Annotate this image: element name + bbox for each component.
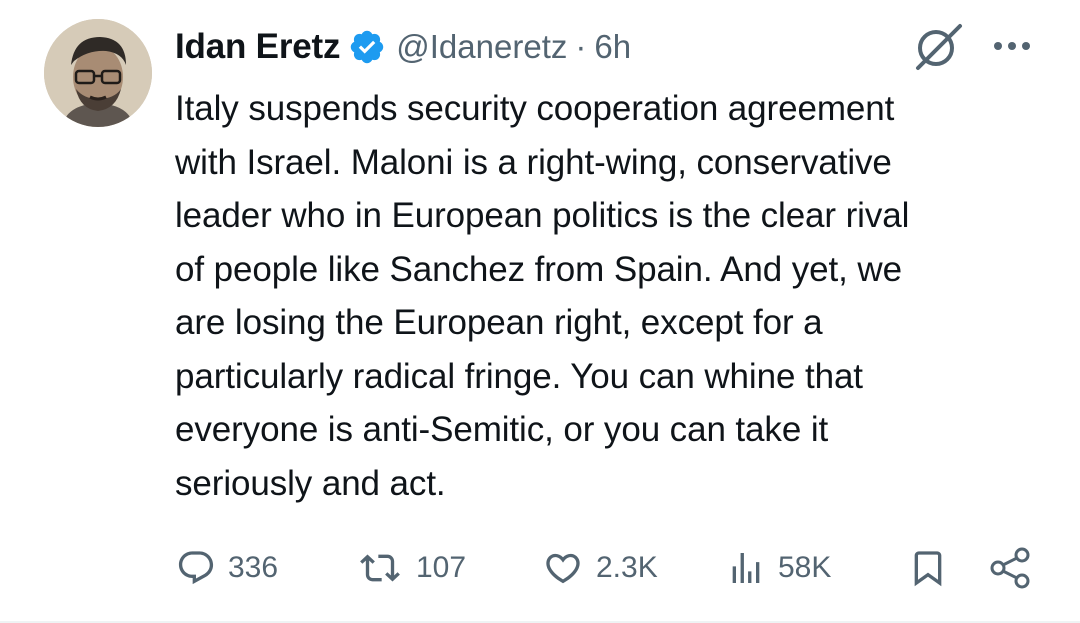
tweet-card[interactable]: Idan Eretz @Idaneretz · 6h Italy suspend… bbox=[0, 0, 1080, 623]
like-count: 2.3K bbox=[596, 551, 658, 584]
tweet-actions: 336 107 2.3K 58K bbox=[0, 538, 1080, 598]
views-icon bbox=[732, 553, 760, 583]
avatar[interactable] bbox=[44, 19, 152, 127]
heart-icon bbox=[546, 553, 580, 584]
tweet-header: Idan Eretz @Idaneretz · 6h bbox=[175, 22, 631, 72]
verified-badge-icon bbox=[351, 30, 384, 64]
tweet-text: Italy suspends security cooperation agre… bbox=[175, 89, 910, 503]
grok-icon[interactable] bbox=[910, 22, 966, 72]
more-icon[interactable] bbox=[988, 30, 1036, 62]
author-name[interactable]: Idan Eretz bbox=[175, 27, 340, 67]
avatar-image bbox=[44, 19, 152, 127]
separator-dot: · bbox=[575, 28, 587, 65]
author-handle[interactable]: @Idaneretz bbox=[396, 28, 567, 66]
share-button[interactable] bbox=[988, 538, 1032, 598]
reply-button[interactable]: 336 bbox=[176, 538, 278, 598]
views-button[interactable]: 58K bbox=[726, 538, 831, 598]
reply-icon bbox=[178, 551, 214, 585]
share-icon bbox=[990, 547, 1030, 589]
reply-count: 336 bbox=[228, 551, 279, 584]
like-button[interactable]: 2.3K bbox=[542, 538, 658, 598]
views-count: 58K bbox=[778, 551, 832, 584]
bookmark-button[interactable] bbox=[908, 538, 948, 598]
repost-icon bbox=[360, 554, 400, 582]
tweet-timestamp[interactable]: 6h bbox=[594, 28, 631, 66]
bookmark-icon bbox=[914, 551, 942, 587]
repost-count: 107 bbox=[416, 551, 467, 584]
repost-button[interactable]: 107 bbox=[356, 538, 466, 598]
